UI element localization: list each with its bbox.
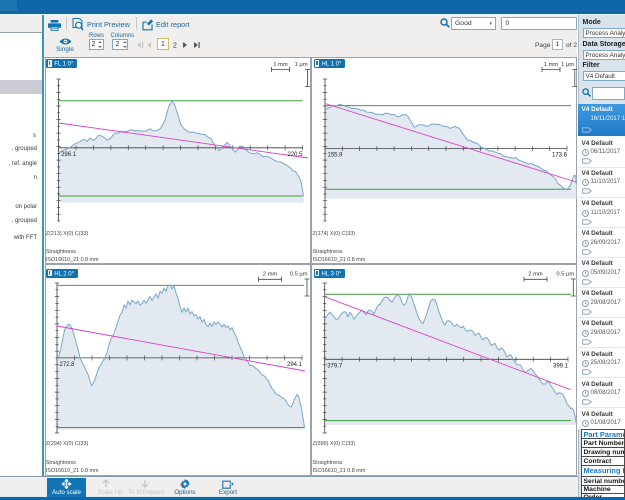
svg-text:1 mm: 1 mm	[273, 62, 288, 68]
svg-text:296.1: 296.1	[61, 152, 77, 158]
svg-text:1 µm: 1 µm	[295, 62, 308, 68]
svg-text:1 µm: 1 µm	[561, 62, 574, 68]
svg-text:1 mm: 1 mm	[544, 62, 559, 68]
svg-text:0.5 µm: 0.5 µm	[290, 272, 308, 278]
svg-text:155.9: 155.9	[328, 153, 344, 159]
svg-text:0.5 µm: 0.5 µm	[556, 272, 574, 278]
svg-text:294.1: 294.1	[287, 362, 303, 368]
svg-text:2 mm: 2 mm	[263, 272, 278, 278]
svg-text:399.1: 399.1	[553, 364, 569, 370]
svg-text:173.6: 173.6	[552, 153, 568, 159]
svg-text:220.5: 220.5	[287, 152, 303, 158]
svg-text:2 mm: 2 mm	[528, 272, 543, 278]
svg-text:272.8: 272.8	[60, 362, 76, 368]
svg-text:379.7: 379.7	[327, 364, 343, 370]
